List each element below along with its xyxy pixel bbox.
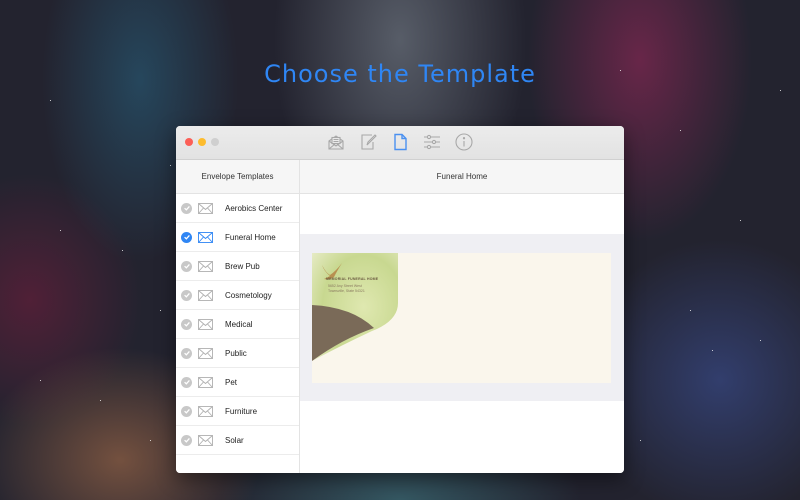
unchecked-icon[interactable] (181, 405, 192, 417)
envelope-address-line1: 5652 Any Street West (328, 284, 362, 288)
template-label: Funeral Home (225, 232, 276, 242)
template-list-item[interactable]: Brew Pub (176, 252, 299, 281)
template-list-item[interactable]: Furniture (176, 397, 299, 426)
template-label: Aerobics Center (225, 203, 283, 213)
envelope-icon (198, 434, 213, 446)
template-label: Brew Pub (225, 261, 260, 271)
toolbar-settings-button[interactable] (422, 132, 442, 152)
document-icon (394, 133, 407, 151)
unchecked-icon[interactable] (181, 347, 192, 359)
unchecked-icon[interactable] (181, 434, 192, 446)
toolbar (326, 132, 474, 152)
template-label: Public (225, 348, 247, 358)
envelope-icon (198, 405, 213, 417)
template-label: Furniture (225, 406, 258, 416)
envelope-artwork (312, 253, 398, 361)
info-icon (455, 133, 473, 151)
template-list-item[interactable]: Pet (176, 368, 299, 397)
envelope-letter-icon (328, 135, 344, 150)
envelope-icon (198, 347, 213, 359)
template-label: Solar (225, 435, 244, 445)
template-list: Aerobics Center Funeral Home Brew Pub Cosme… (176, 194, 299, 455)
envelope-icon (198, 260, 213, 272)
preview-pane: Funeral Home MEMORIAL FUNERAL HOME 5652 … (300, 160, 624, 473)
preview-area: MEMORIAL FUNERAL HOME 5652 Any Street We… (300, 234, 624, 401)
envelope-preview[interactable]: MEMORIAL FUNERAL HOME 5652 Any Street We… (312, 253, 611, 383)
template-list-item[interactable]: Medical (176, 310, 299, 339)
template-list-item[interactable]: Public (176, 339, 299, 368)
template-list-item[interactable]: Cosmetology (176, 281, 299, 310)
envelope-icon (198, 318, 213, 330)
envelope-address-line2: Townsville, State 54321 (328, 289, 365, 293)
envelope-icon (198, 202, 213, 214)
template-list-item[interactable]: Aerobics Center (176, 194, 299, 223)
envelope-company-name: MEMORIAL FUNERAL HOME (326, 277, 379, 281)
unchecked-icon[interactable] (181, 260, 192, 272)
envelope-icon (198, 289, 213, 301)
minimize-button[interactable] (198, 138, 206, 146)
close-button[interactable] (185, 138, 193, 146)
template-label: Medical (225, 319, 253, 329)
toolbar-templates-button[interactable] (390, 132, 410, 152)
envelope-icon (198, 376, 213, 388)
toolbar-envelope-button[interactable] (326, 132, 346, 152)
template-sidebar: Envelope Templates Aerobics Center Funera… (176, 160, 300, 473)
template-label: Pet (225, 377, 238, 387)
template-list-item[interactable]: Solar (176, 426, 299, 455)
checked-icon[interactable] (181, 231, 192, 243)
unchecked-icon[interactable] (181, 376, 192, 388)
edit-icon (361, 134, 377, 150)
app-window: Envelope Templates Aerobics Center Funera… (176, 126, 624, 473)
envelope-icon (198, 231, 213, 243)
template-label: Cosmetology (225, 290, 272, 300)
toolbar-edit-button[interactable] (358, 132, 378, 152)
sidebar-header: Envelope Templates (176, 160, 299, 194)
page-headline: Choose the Template (264, 60, 536, 88)
toolbar-info-button[interactable] (454, 132, 474, 152)
title-bar (176, 126, 624, 160)
zoom-button[interactable] (211, 138, 219, 146)
unchecked-icon[interactable] (181, 289, 192, 301)
sliders-icon (424, 134, 440, 150)
unchecked-icon[interactable] (181, 202, 192, 214)
template-list-item[interactable]: Funeral Home (176, 223, 299, 252)
preview-header: Funeral Home (300, 160, 624, 194)
unchecked-icon[interactable] (181, 318, 192, 330)
